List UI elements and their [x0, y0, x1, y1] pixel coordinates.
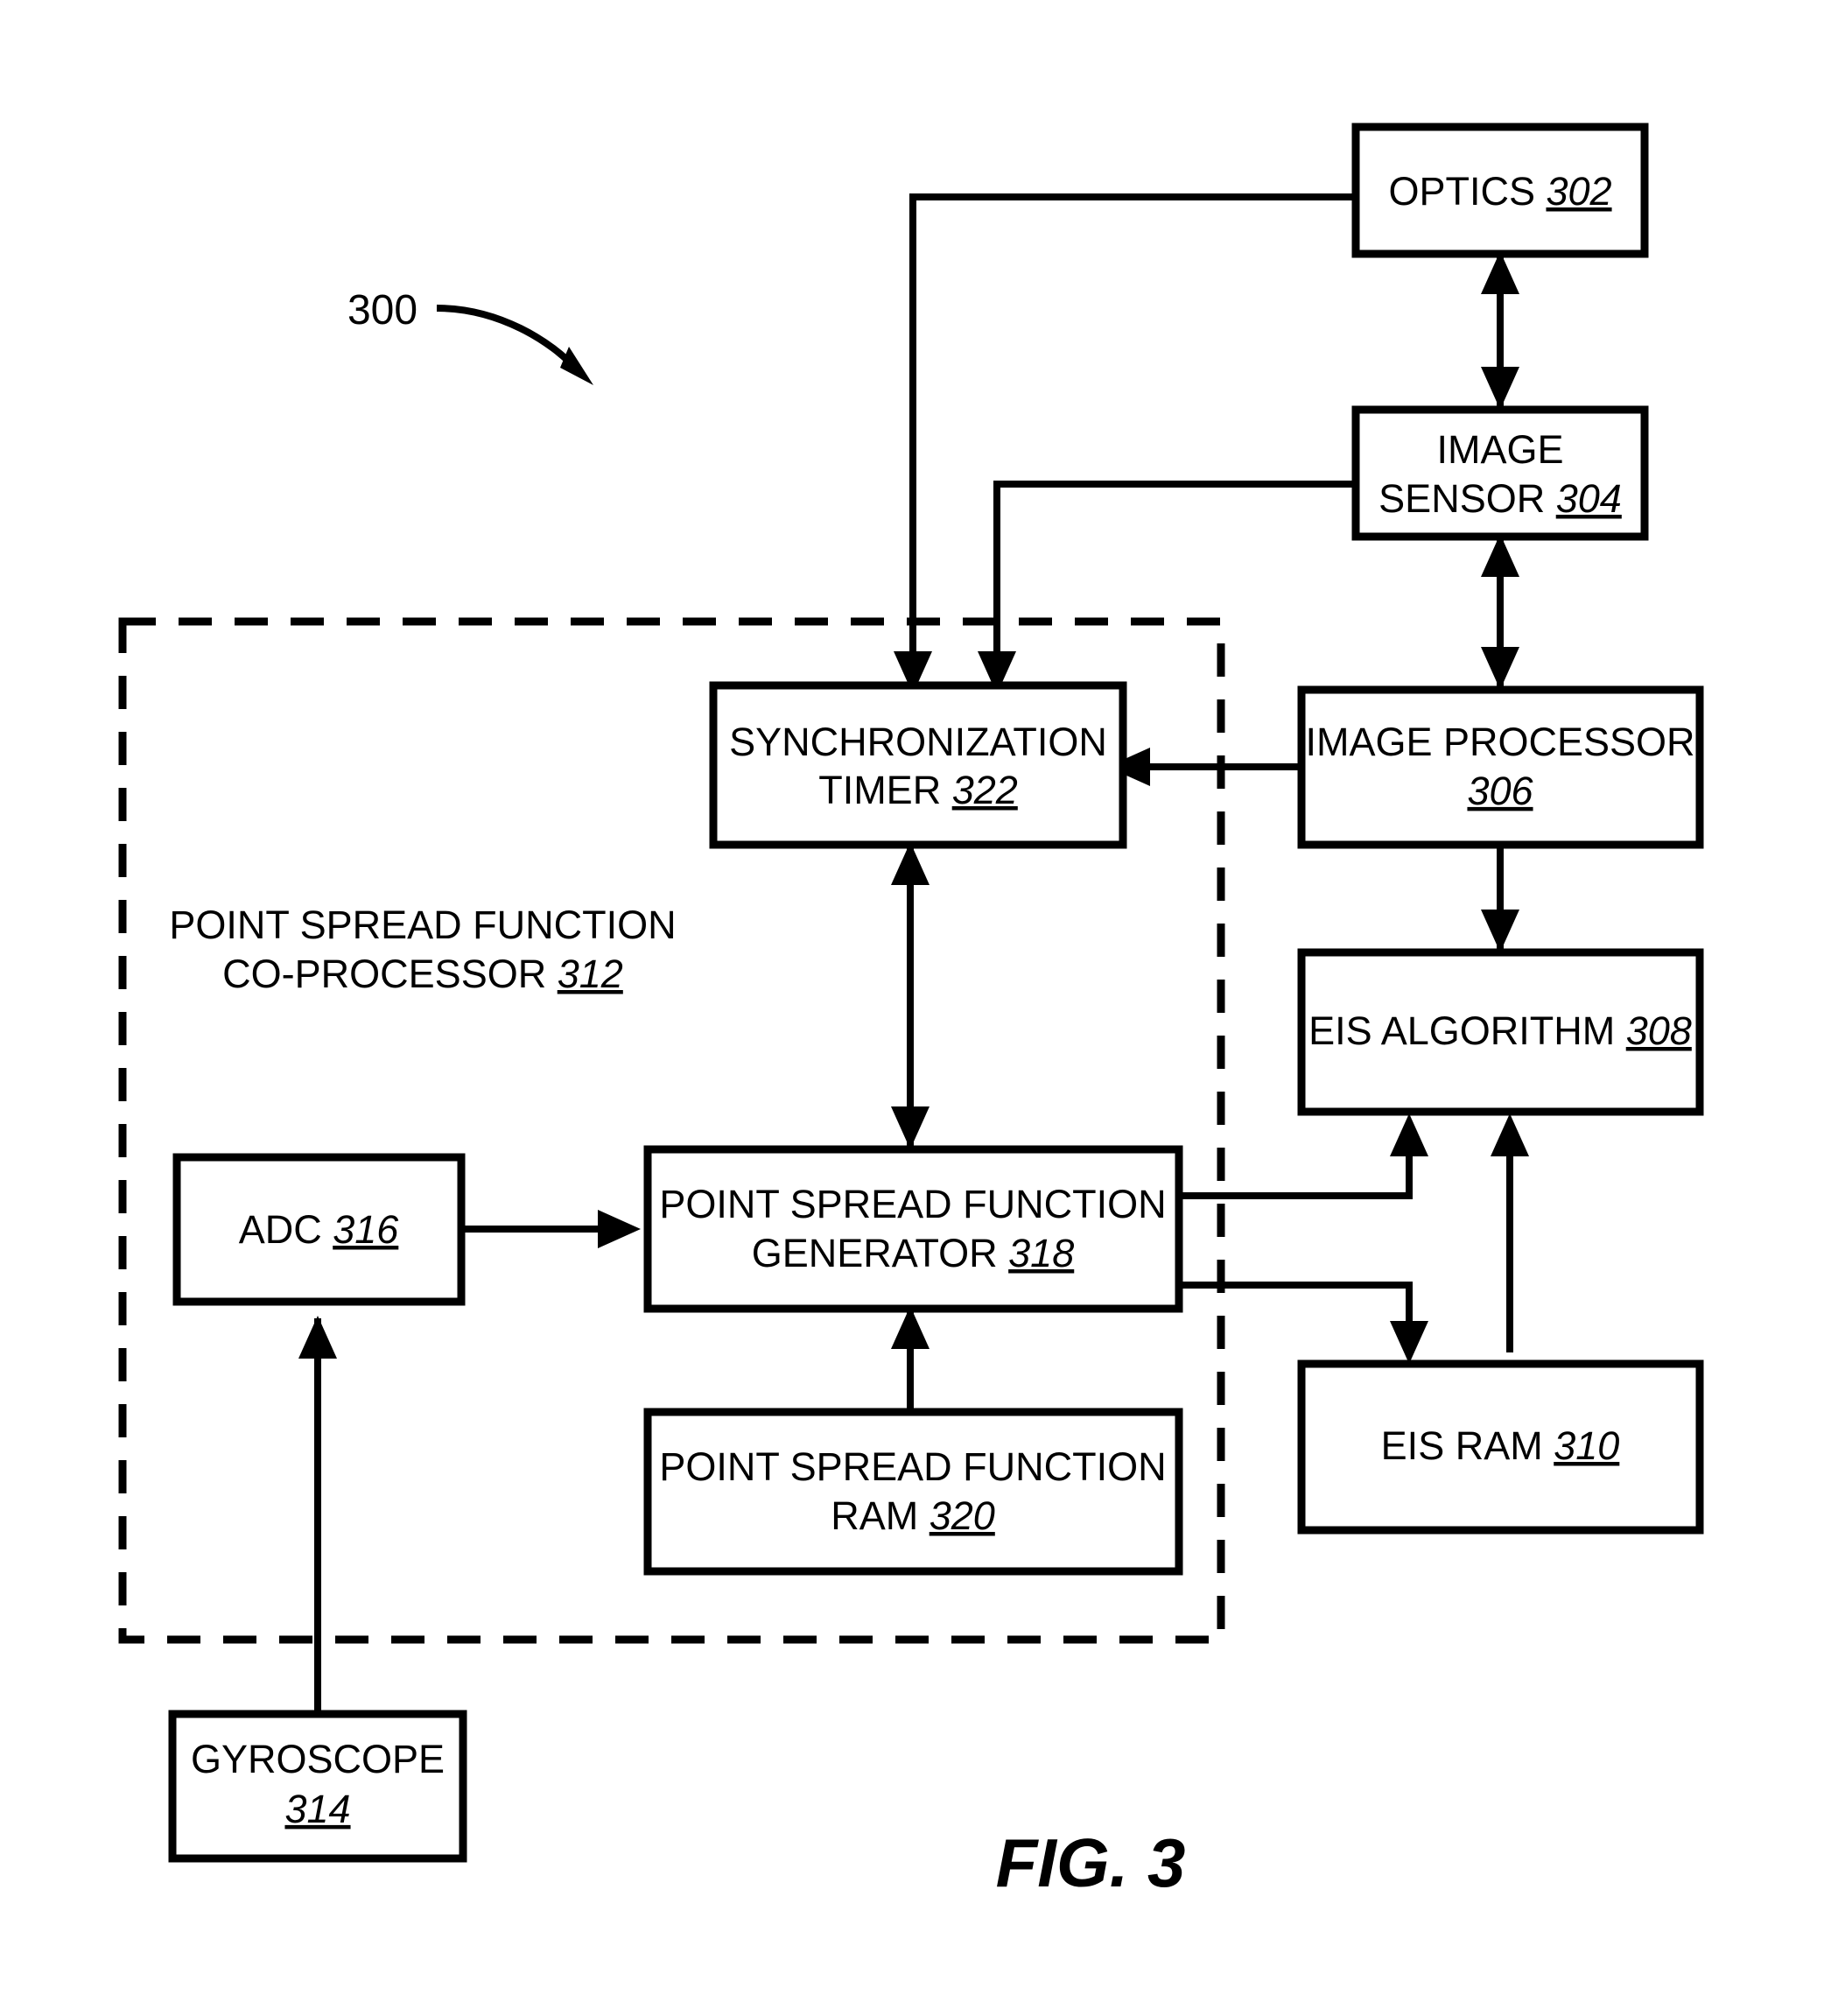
block-eis-algorithm-label: EIS ALGORITHM 308	[1308, 1008, 1692, 1053]
arrowhead-to-psf-generator-top	[891, 1106, 930, 1149]
arrowhead-image-processor-to-eis-algorithm	[1481, 910, 1519, 952]
block-gyroscope-ref: 314	[284, 1787, 350, 1831]
block-optics-label: OPTICS 302	[1388, 169, 1611, 214]
arrowhead-gyroscope-to-adc	[298, 1316, 337, 1359]
arrowhead-to-image-sensor-top	[1481, 367, 1519, 410]
connector-psf-generator-to-eis-ram	[1179, 1282, 1413, 1348]
block-diagram-canvas: OPTICS 302 IMAGE SENSOR 304 IMAGE PROCES…	[118, 123, 1704, 1901]
block-image-sensor[interactable]: IMAGE SENSOR 304	[1351, 405, 1649, 541]
block-gyroscope[interactable]: GYROSCOPE 314	[168, 1710, 467, 1863]
connector-psf-generator-to-eis-algorithm	[1179, 1129, 1413, 1199]
system-ref-label: 300	[347, 287, 417, 334]
arrowhead-eis-ram-to-eis-algorithm	[1491, 1113, 1529, 1156]
figure-caption: FIG. 3	[996, 1824, 1186, 1901]
block-sync-timer-label-line1: SYNCHRONIZATION	[729, 720, 1107, 764]
connector-optics-to-sync-timer	[909, 193, 1356, 678]
block-image-processor-ref: 306	[1467, 769, 1533, 813]
block-sync-timer-label-line2: TIMER 322	[818, 768, 1018, 812]
arrowhead-psf-generator-to-eis-ram	[1390, 1321, 1428, 1364]
psf-coprocessor-region-label: POINT SPREAD FUNCTION CO-PROCESSOR 312	[169, 903, 676, 996]
block-gyroscope-label-line1: GYROSCOPE	[191, 1737, 445, 1781]
block-eis-algorithm[interactable]: EIS ALGORITHM 308	[1297, 948, 1704, 1116]
block-adc[interactable]: ADC 316	[172, 1153, 466, 1306]
arrowhead-psf-generator-to-eis-algorithm	[1390, 1113, 1428, 1156]
block-image-processor-label-line1: IMAGE PROCESSOR	[1305, 720, 1694, 764]
psf-coprocessor-label-line1: POINT SPREAD FUNCTION	[169, 903, 676, 947]
system-reference-300: 300	[347, 287, 593, 385]
block-psf-generator-label-line1: POINT SPREAD FUNCTION	[659, 1182, 1166, 1226]
block-psf-ram-label-line2: RAM 320	[831, 1493, 995, 1538]
block-psf-generator-rect	[643, 1145, 1183, 1313]
block-optics[interactable]: OPTICS 302	[1351, 123, 1649, 258]
block-image-sensor-label-line1: IMAGE	[1436, 427, 1563, 472]
block-psf-ram-rect	[643, 1408, 1183, 1576]
block-sync-timer-rect	[709, 681, 1127, 849]
block-sync-timer[interactable]: SYNCHRONIZATION TIMER 322	[709, 681, 1127, 849]
patent-figure-300: OPTICS 302 IMAGE SENSOR 304 IMAGE PROCES…	[0, 0, 1831, 2016]
block-image-sensor-label-line2: SENSOR 304	[1379, 476, 1622, 521]
block-psf-generator-label-line2: GENERATOR 318	[752, 1231, 1074, 1275]
block-psf-ram[interactable]: POINT SPREAD FUNCTION RAM 320	[643, 1408, 1183, 1576]
system-ref-arrowhead	[560, 347, 593, 385]
block-eis-ram-label: EIS RAM 310	[1381, 1423, 1620, 1468]
arrowhead-adc-to-psf-generator	[598, 1210, 641, 1248]
block-image-processor[interactable]: IMAGE PROCESSOR 306	[1297, 685, 1704, 849]
system-ref-lead-line	[436, 305, 580, 373]
block-eis-ram[interactable]: EIS RAM 310	[1297, 1359, 1704, 1535]
block-psf-generator[interactable]: POINT SPREAD FUNCTION GENERATOR 318	[643, 1145, 1183, 1313]
connector-image-sensor-to-sync-timer	[993, 481, 1356, 678]
block-image-processor-rect	[1297, 685, 1704, 849]
block-psf-ram-label-line1: POINT SPREAD FUNCTION	[659, 1444, 1166, 1489]
psf-coprocessor-label-line2: CO-PROCESSOR 312	[222, 952, 623, 996]
block-adc-label: ADC 316	[239, 1207, 400, 1252]
arrowhead-to-image-processor	[1481, 647, 1519, 690]
